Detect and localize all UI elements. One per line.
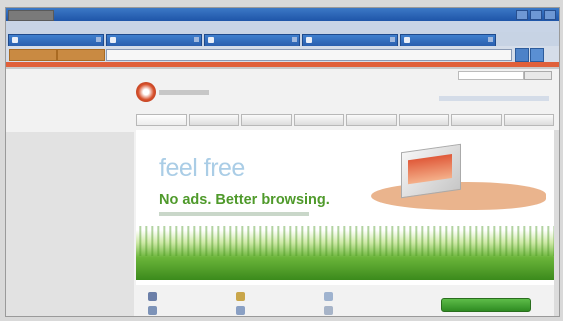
browser-window: feel free No ads. Better browsing. <box>5 7 560 317</box>
close-tab-icon[interactable] <box>194 37 199 42</box>
close-button[interactable] <box>544 10 556 20</box>
address-bar[interactable] <box>106 49 512 61</box>
download-button[interactable] <box>441 298 531 312</box>
close-tab-icon[interactable] <box>488 37 493 42</box>
feature-item-3[interactable] <box>324 292 404 301</box>
menu-bar <box>6 21 559 32</box>
header-links[interactable] <box>439 96 549 101</box>
page-scrollbar[interactable] <box>554 130 559 316</box>
site-logo[interactable] <box>136 82 156 102</box>
feature-item-6[interactable] <box>324 306 404 315</box>
hero-subtext <box>159 212 309 216</box>
search-button[interactable] <box>530 48 544 62</box>
feature-item-1[interactable] <box>148 292 228 301</box>
left-margin <box>6 132 134 316</box>
lock-icon <box>148 292 157 301</box>
product-box-illustration <box>401 143 461 199</box>
box-screenshot <box>408 154 452 185</box>
nav-tab-3[interactable] <box>241 114 292 126</box>
nav-tab-6[interactable] <box>398 114 449 126</box>
feature-item-2[interactable] <box>236 292 316 301</box>
feature-list <box>148 292 408 316</box>
close-tab-icon[interactable] <box>96 37 101 42</box>
nav-tab-4[interactable] <box>293 114 344 126</box>
go-button[interactable] <box>515 48 529 62</box>
back-button[interactable] <box>9 49 57 61</box>
window-controls <box>516 10 556 20</box>
gear-icon <box>324 306 333 315</box>
page-icon <box>208 37 214 43</box>
nav-tab-5[interactable] <box>346 114 397 126</box>
hero-tagline: No ads. Better browsing. <box>159 192 330 208</box>
site-nav <box>136 114 554 126</box>
maximize-button[interactable] <box>530 10 542 20</box>
feature-item-4[interactable] <box>148 306 228 315</box>
nav-tab-7[interactable] <box>451 114 502 126</box>
page-icon <box>12 37 18 43</box>
navigation-bar <box>6 46 559 62</box>
app-icon <box>8 10 54 21</box>
globe-icon <box>236 306 245 315</box>
nav-tab-2[interactable] <box>188 114 239 126</box>
page-icon <box>110 37 116 43</box>
nav-tab-8[interactable] <box>503 114 554 126</box>
feature-item-5[interactable] <box>236 306 316 315</box>
nav-tab-1[interactable] <box>136 114 187 126</box>
site-search-input[interactable] <box>458 71 524 80</box>
close-tab-icon[interactable] <box>390 37 395 42</box>
hero-banner: feel free No ads. Better browsing. <box>136 130 554 285</box>
tabs-icon <box>324 292 333 301</box>
grass-blades <box>136 226 554 256</box>
web-page: feel free No ads. Better browsing. <box>6 62 559 316</box>
forward-button[interactable] <box>57 49 105 61</box>
page-icon <box>306 37 312 43</box>
site-search-button[interactable] <box>524 71 552 80</box>
header-divider <box>6 67 559 69</box>
title-bar[interactable] <box>6 8 559 21</box>
hero-headline: feel free <box>159 154 245 182</box>
logo-wordmark <box>159 90 209 95</box>
page-icon <box>404 37 410 43</box>
search-icon <box>236 292 245 301</box>
mail-icon <box>148 306 157 315</box>
close-tab-icon[interactable] <box>292 37 297 42</box>
minimize-button[interactable] <box>516 10 528 20</box>
tab-strip <box>6 32 559 47</box>
